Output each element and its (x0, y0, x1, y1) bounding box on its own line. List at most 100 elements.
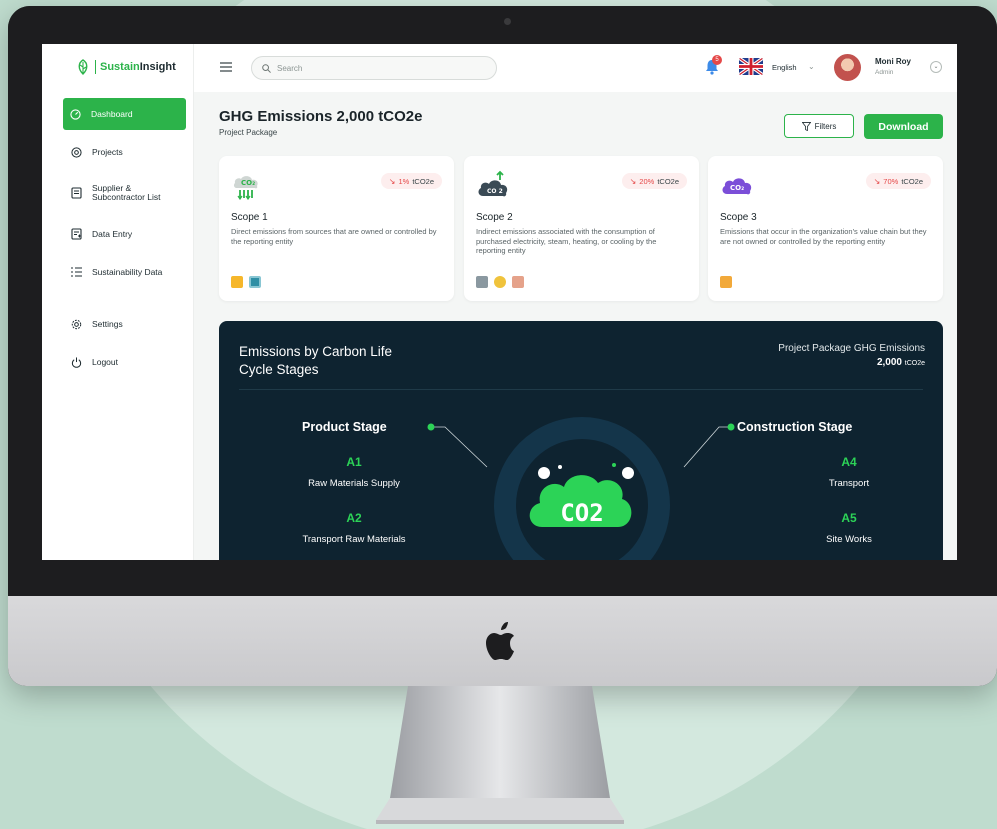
avatar[interactable] (834, 54, 861, 81)
page-title: GHG Emissions 2,000 tCO2e (219, 108, 423, 125)
trend-down-icon: ↘ (388, 176, 396, 186)
download-button[interactable]: Download (864, 114, 943, 139)
stage-code: A4 (841, 455, 857, 469)
sidebar-item-label-line2: Subcontractor List (92, 192, 161, 202)
projects-icon (70, 146, 82, 158)
gear-icon (70, 318, 82, 330)
sidebar-item-supplier[interactable]: Supplier & Subcontractor List (42, 174, 194, 212)
scope-description: Indirect emissions associated with the c… (476, 227, 657, 255)
co2-cloud-purple-icon: CO₂ (722, 178, 752, 195)
monitor-chin (8, 596, 997, 686)
scope-unit: tCO2e (412, 176, 434, 186)
scope-change-badge: ↘ 20% tCO2e (621, 173, 687, 189)
product-stage-title: Product Stage (302, 420, 387, 434)
imac-stand (376, 686, 624, 824)
trend-down-icon: ↘ (629, 176, 637, 186)
hamburger-menu-icon[interactable] (220, 62, 232, 72)
scope-pct: 1% (398, 176, 410, 186)
svg-text:CO 2: CO 2 (487, 188, 503, 195)
scope-source-icons (231, 276, 261, 288)
crane-icon (720, 276, 732, 288)
page-subtitle: Project Package (219, 128, 278, 137)
scope-description: Direct emissions from sources that are o… (231, 227, 437, 246)
tap-icon (476, 276, 488, 288)
filters-button[interactable]: Filters (784, 114, 854, 138)
scope-card-3[interactable]: CO₂ ↘ 70% tCO2e Scope 3 Emissions that o… (708, 156, 943, 301)
sun-icon (494, 276, 506, 288)
scope-pct: 20% (639, 176, 655, 186)
logo-divider (95, 60, 96, 74)
sidebar-divider (42, 294, 194, 308)
search-icon (262, 63, 271, 73)
scope-card-1[interactable]: CO₂ ↘ 1% tCO2e Scope 1 Direct emissions … (219, 156, 454, 301)
dashboard-icon (69, 108, 81, 120)
sidebar-item-projects[interactable]: Projects (42, 136, 194, 168)
brand-logo[interactable]: SustainInsight (75, 59, 176, 75)
scope-title: Scope 2 (476, 212, 513, 223)
sidebar-item-label: Data Entry (92, 229, 133, 239)
scope-change-badge: ↘ 1% tCO2e (380, 173, 442, 189)
search-input[interactable]: Search (251, 56, 497, 80)
list-icon (70, 266, 82, 278)
sidebar-item-dashboard[interactable]: Dashboard (63, 98, 186, 130)
data-entry-icon (70, 228, 82, 240)
uk-flag-icon[interactable] (739, 58, 763, 75)
language-select[interactable]: English (772, 63, 797, 72)
stage-name: Transport (828, 478, 870, 489)
brand-name-part1: Sustain (100, 61, 140, 73)
notification-badge: 5 (712, 55, 722, 65)
scope-cards: CO₂ ↘ 1% tCO2e Scope 1 Direct emissions … (219, 156, 943, 301)
sidebar-item-label: Projects (92, 147, 123, 157)
scope-title: Scope 1 (231, 212, 268, 223)
top-bar: Search 5 English ⌄ Moni Roy Admin ⌄ (194, 44, 957, 92)
sidebar-item-data-entry[interactable]: Data Entry (42, 218, 194, 250)
camera-icon (504, 18, 511, 25)
stage-code: A2 (346, 511, 362, 525)
scope-description: Emissions that occur in the organization… (720, 227, 927, 246)
stage-code: A5 (841, 511, 857, 525)
trend-down-icon: ↘ (873, 176, 881, 186)
stage-code: A1 (346, 455, 362, 469)
sidebar-item-label: Dashboard (91, 109, 133, 119)
construction-stage-title: Construction Stage (737, 420, 853, 434)
search-placeholder: Search (277, 63, 303, 73)
co2-cloud-up-icon: CO 2 (478, 170, 508, 197)
scope-source-icons (476, 276, 524, 288)
user-role: Admin (875, 69, 894, 76)
stage-name: Site Works (826, 534, 872, 545)
fuel-can-icon (231, 276, 243, 288)
filters-label: Filters (814, 121, 837, 131)
sidebar-item-settings[interactable]: Settings (42, 308, 194, 340)
brand-name-part2: Insight (139, 61, 176, 73)
stage-name: Transport Raw Materials (302, 534, 406, 545)
radiator-icon (512, 276, 524, 288)
scope-source-icons (720, 276, 732, 288)
svg-text:CO₂: CO₂ (730, 184, 744, 192)
scope-change-badge: ↘ 70% tCO2e (865, 173, 931, 189)
apple-logo-icon (486, 622, 514, 660)
chevron-down-icon[interactable]: ⌄ (808, 62, 815, 71)
stage-name: Raw Materials Supply (308, 478, 400, 489)
scope-title: Scope 3 (720, 212, 757, 223)
lifecycle-panel: Emissions by Carbon Life Cycle Stages Pr… (219, 321, 943, 560)
leaf-logo-icon (78, 59, 88, 75)
scope-unit: tCO2e (901, 176, 923, 186)
scope-pct: 70% (883, 176, 899, 186)
sidebar-nav: Dashboard Projects Supplier & Subcontrac… (42, 98, 194, 384)
app-screen: SustainInsight Dashboard Projects Suppli… (42, 44, 957, 560)
filter-icon (801, 121, 811, 131)
power-icon (70, 356, 82, 368)
sidebar-item-label: Settings (92, 319, 123, 329)
sidebar-item-logout[interactable]: Logout (42, 346, 194, 378)
co2-factory-icon: CO₂ (233, 176, 258, 200)
document-icon (70, 187, 82, 199)
sidebar-item-sustainability-data[interactable]: Sustainability Data (42, 256, 194, 288)
scope-card-2[interactable]: CO 2 ↘ 20% tCO2e Scope 2 Indirect emissi… (464, 156, 699, 301)
user-name: Moni Roy (875, 57, 911, 66)
sidebar-item-label: Logout (92, 357, 118, 367)
furnace-icon (249, 276, 261, 288)
user-menu-chevron-icon[interactable]: ⌄ (930, 61, 942, 73)
sidebar: SustainInsight Dashboard Projects Suppli… (42, 44, 194, 560)
svg-text:CO₂: CO₂ (241, 179, 255, 187)
scope-unit: tCO2e (657, 176, 679, 186)
